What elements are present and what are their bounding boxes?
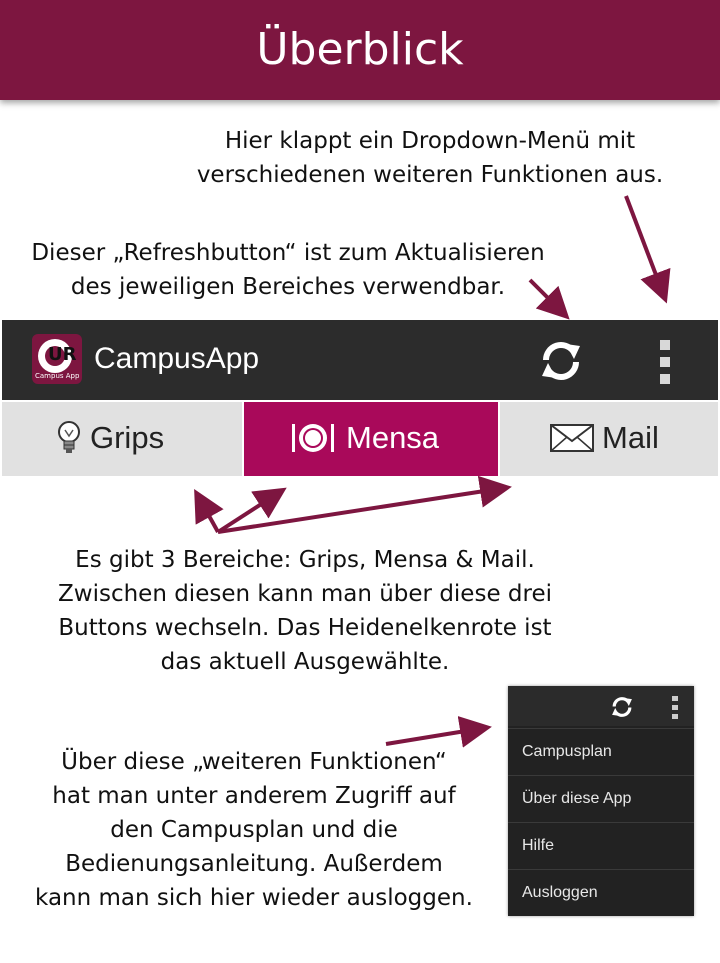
plate-icon xyxy=(290,420,336,460)
more-vertical-icon[interactable] xyxy=(658,338,672,386)
arrow-to-grips-tab xyxy=(194,489,224,533)
menu-action-bar xyxy=(508,686,694,726)
note-line: des jeweiligen Bereiches verwendbar. xyxy=(70,274,506,300)
menu-item-label: Campusplan xyxy=(522,743,612,760)
app-title: CampusApp xyxy=(94,342,260,375)
menu-item-campusplan[interactable]: Campusplan xyxy=(508,728,694,775)
refresh-icon[interactable] xyxy=(538,338,584,384)
logo-text: UR xyxy=(48,344,77,365)
menu-item-label: Hilfe xyxy=(522,837,555,854)
note-line: den Campusplan und die xyxy=(110,817,398,843)
note-line: Buttons wechseln. Das Heidenelkenrote is… xyxy=(58,615,552,641)
logo-subtext: Campus App xyxy=(35,372,80,380)
slide-header: Überblick xyxy=(0,0,720,100)
overflow-menu-screenshot: Campusplan Über diese App Hilfe Auslogge… xyxy=(508,686,694,916)
arrow-to-mensa-tab xyxy=(216,487,287,534)
note-line: Es gibt 3 Bereiche: Grips, Mensa & Mail. xyxy=(75,547,535,573)
note-line: Bedienungsanleitung. Außerdem xyxy=(65,851,443,877)
menu-item-logout[interactable]: Ausloggen xyxy=(508,869,694,916)
slide-title: Überblick xyxy=(256,24,464,75)
envelope-icon xyxy=(550,424,594,456)
tab-mail[interactable]: Mail xyxy=(500,402,718,476)
note-line: hat man unter anderem Zugriff auf xyxy=(52,783,456,809)
section-tabs: Grips Mensa Mail xyxy=(2,402,718,476)
note-line: Dieser „Refreshbutton“ ist zum Aktualisi… xyxy=(31,240,545,266)
menu-item-about[interactable]: Über diese App xyxy=(508,775,694,822)
menu-item-label: Ausloggen xyxy=(522,884,598,901)
tab-grips[interactable]: Grips xyxy=(2,402,242,476)
note-line: verschiedenen weiteren Funktionen aus. xyxy=(196,162,664,188)
tab-label: Mail xyxy=(602,420,659,455)
dropdown-note: Hier klappt ein Dropdown-Menü mit versch… xyxy=(150,124,710,192)
note-line: kann man sich hier wieder ausloggen. xyxy=(35,885,473,911)
note-line: Zwischen diesen kann man über diese drei xyxy=(58,581,552,607)
tab-mensa[interactable]: Mensa xyxy=(244,402,498,476)
app-action-bar: UR Campus App CampusApp xyxy=(2,320,718,400)
app-logo: UR Campus App xyxy=(32,334,82,384)
more-vertical-icon[interactable] xyxy=(671,695,679,719)
more-functions-note: Über diese „weiteren Funktionen“ hat man… xyxy=(8,745,500,915)
note-line: Hier klappt ein Dropdown-Menü mit xyxy=(224,128,636,154)
note-line: das aktuell Ausgewählte. xyxy=(160,649,450,675)
refresh-icon[interactable] xyxy=(610,695,634,719)
note-line: Über diese „weiteren Funktionen“ xyxy=(61,749,447,775)
arrow-to-overflow-menu xyxy=(624,195,671,304)
areas-note: Es gibt 3 Bereiche: Grips, Mensa & Mail.… xyxy=(20,543,590,679)
lightbulb-icon xyxy=(56,420,82,460)
menu-item-label: Über diese App xyxy=(522,790,632,807)
tab-label: Grips xyxy=(90,420,165,455)
arrow-to-menu-screenshot xyxy=(385,716,492,748)
refresh-note: Dieser „Refreshbutton“ ist zum Aktualisi… xyxy=(0,236,576,304)
menu-item-help[interactable]: Hilfe xyxy=(508,822,694,869)
arrow-to-mail-tab xyxy=(217,475,512,534)
tab-label: Mensa xyxy=(346,420,440,455)
